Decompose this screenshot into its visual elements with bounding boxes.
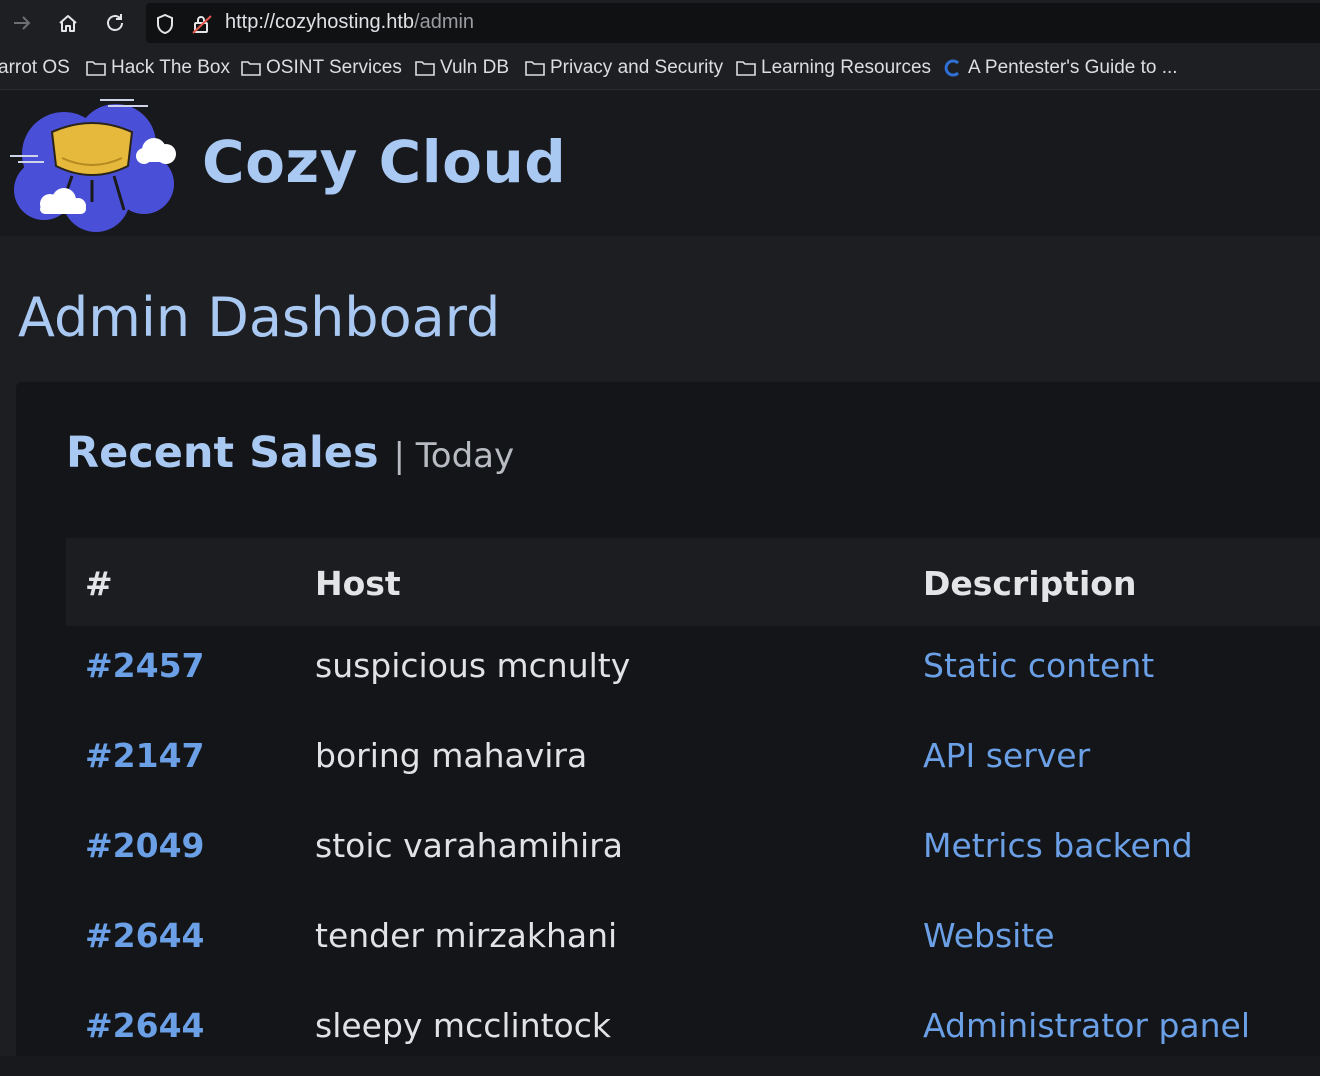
row-id-link[interactable]: #2049 xyxy=(85,826,205,865)
table-row: #2457 suspicious mcnulty Static content xyxy=(66,626,1320,716)
folder-icon xyxy=(736,61,756,76)
card-subtitle: | Today xyxy=(393,436,515,476)
folder-icon xyxy=(525,61,545,76)
bookmark-label: arrot OS xyxy=(0,57,70,78)
row-host: stoic varahamihira xyxy=(315,826,623,865)
row-description-link[interactable]: API server xyxy=(923,736,1090,775)
row-description-link[interactable]: Static content xyxy=(923,646,1154,685)
row-description-link[interactable]: Metrics backend xyxy=(923,826,1193,865)
bookmark-label: Learning Resources xyxy=(761,57,932,78)
column-header-id: # xyxy=(85,564,113,603)
bookmarks-toolbar: arrot OS Hack The Box OSINT Services Vul… xyxy=(0,46,1320,90)
site-header: Cozy Cloud xyxy=(0,90,1320,236)
shield-icon[interactable] xyxy=(154,13,176,35)
brand-name[interactable]: Cozy Cloud xyxy=(202,128,566,196)
recent-sales-card: Recent Sales | Today # Host Description … xyxy=(16,382,1320,1056)
insecure-lock-icon[interactable] xyxy=(191,13,213,35)
row-id-link[interactable]: #2147 xyxy=(85,736,205,775)
bookmark-label: OSINT Services xyxy=(266,57,402,78)
row-id-link[interactable]: #2644 xyxy=(85,1006,205,1045)
url-host: http://cozyhosting.htb xyxy=(225,11,415,33)
forward-icon[interactable] xyxy=(7,8,37,38)
table-row: #2147 boring mahavira API server xyxy=(66,716,1320,806)
table-header: # Host Description xyxy=(66,538,1320,626)
bookmark-vuln-db[interactable]: Vuln DB xyxy=(415,57,509,79)
bookmark-hack-the-box[interactable]: Hack The Box xyxy=(86,57,230,79)
row-host: sleepy mcclintock xyxy=(315,1006,612,1045)
table-row: #2644 sleepy mcclintock Administrator pa… xyxy=(66,986,1320,1076)
reload-icon[interactable] xyxy=(100,8,130,38)
url-text[interactable]: http://cozyhosting.htb/admin xyxy=(225,11,474,34)
row-host: tender mirzakhani xyxy=(315,916,618,955)
main-content: Admin Dashboard Recent Sales | Today # H… xyxy=(0,236,1320,1056)
bookmark-label: Vuln DB xyxy=(440,57,509,78)
folder-icon xyxy=(86,61,106,76)
bookmark-parrot-os[interactable]: arrot OS xyxy=(0,57,70,79)
bookmark-label: A Pentester's Guide to ... xyxy=(968,57,1178,78)
bookmark-pentesters-guide[interactable]: A Pentester's Guide to ... xyxy=(943,57,1178,79)
table-row: #2049 stoic varahamihira Metrics backend xyxy=(66,806,1320,896)
folder-icon xyxy=(415,61,435,76)
card-title: Recent Sales | Today xyxy=(66,428,514,478)
row-host: boring mahavira xyxy=(315,736,588,775)
home-icon[interactable] xyxy=(53,8,83,38)
browser-toolbar: http://cozyhosting.htb/admin xyxy=(0,0,1320,46)
address-bar[interactable]: http://cozyhosting.htb/admin xyxy=(146,3,1320,43)
folder-icon xyxy=(241,61,261,76)
bookmark-label: Privacy and Security xyxy=(550,57,724,78)
bookmark-learning-resources[interactable]: Learning Resources xyxy=(736,57,931,79)
column-header-description: Description xyxy=(923,564,1137,603)
bookmark-osint-services[interactable]: OSINT Services xyxy=(241,57,402,79)
bookmark-privacy-and-security[interactable]: Privacy and Security xyxy=(525,57,723,79)
column-header-host: Host xyxy=(315,564,401,603)
url-path: /admin xyxy=(414,11,475,33)
row-id-link[interactable]: #2644 xyxy=(85,916,205,955)
row-description-link[interactable]: Administrator panel xyxy=(923,1006,1250,1045)
row-id-link[interactable]: #2457 xyxy=(85,646,205,685)
page-title: Admin Dashboard xyxy=(18,286,501,349)
table-row: #2644 tender mirzakhani Website xyxy=(66,896,1320,986)
site-favicon-icon xyxy=(944,59,960,77)
row-host: suspicious mcnulty xyxy=(315,646,631,685)
row-description-link[interactable]: Website xyxy=(923,916,1055,955)
bookmark-label: Hack The Box xyxy=(111,57,230,78)
cozy-cloud-logo[interactable] xyxy=(4,92,182,236)
card-title-text: Recent Sales xyxy=(66,428,379,478)
